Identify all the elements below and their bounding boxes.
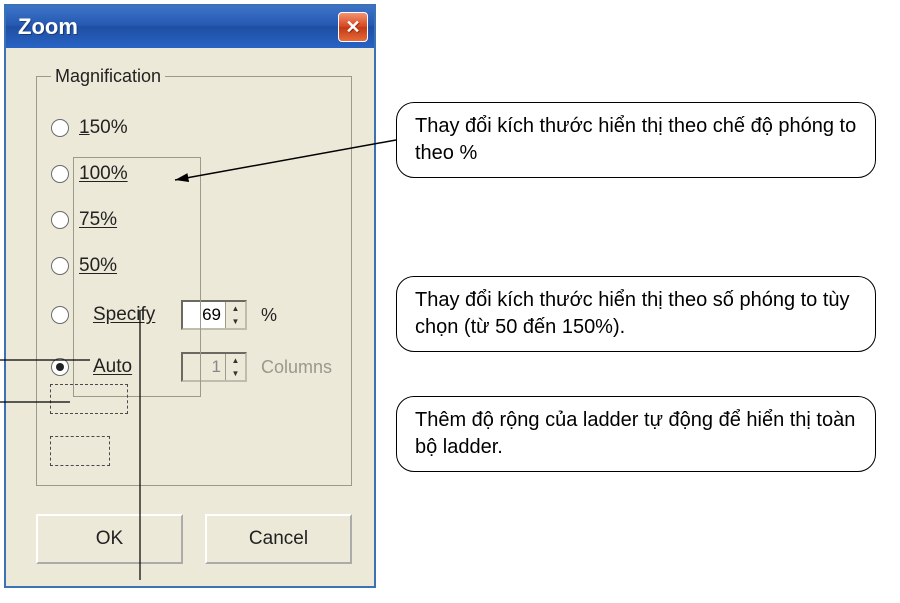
auto-unit: Columns bbox=[261, 357, 332, 378]
radio-row-50[interactable]: 50% bbox=[51, 243, 337, 289]
auto-input bbox=[183, 354, 225, 380]
zoom-dialog: Zoom ✕ Magnification 1150%50% 100% 75% 5… bbox=[4, 4, 376, 588]
chevron-down-icon[interactable]: ▼ bbox=[225, 315, 245, 328]
cancel-button[interactable]: Cancel bbox=[205, 514, 352, 564]
auto-spinner: ▲ ▼ bbox=[181, 352, 247, 382]
chevron-up-icon[interactable]: ▲ bbox=[225, 302, 245, 315]
specify-spinner[interactable]: ▲ ▼ bbox=[181, 300, 247, 330]
spinner-arrows[interactable]: ▲ ▼ bbox=[225, 302, 245, 328]
radio-label-specify: Specify bbox=[93, 304, 167, 326]
callout-auto: Thêm độ rộng của ladder tự động để hiển … bbox=[396, 396, 876, 472]
radio-50[interactable] bbox=[51, 257, 69, 275]
callout-percent: Thay đổi kích thước hiển thị theo chế độ… bbox=[396, 102, 876, 178]
radio-label-50: 50% bbox=[79, 255, 117, 277]
specify-input[interactable] bbox=[183, 302, 225, 328]
callout-specify: Thay đổi kích thước hiển thị theo số phó… bbox=[396, 276, 876, 352]
radio-label-75: 75% bbox=[79, 209, 117, 231]
magnification-group: Magnification 1150%50% 100% 75% 50% Spec… bbox=[36, 66, 352, 486]
radio-row-75[interactable]: 75% bbox=[51, 197, 337, 243]
radio-label-auto: Auto bbox=[93, 356, 167, 378]
radio-auto[interactable] bbox=[51, 358, 69, 376]
radio-row-150[interactable]: 1150%50% bbox=[51, 105, 337, 151]
specify-unit: % bbox=[261, 305, 277, 326]
group-label: Magnification bbox=[51, 66, 165, 87]
button-row: OK Cancel bbox=[36, 514, 352, 564]
close-button[interactable]: ✕ bbox=[338, 12, 368, 42]
radio-75[interactable] bbox=[51, 211, 69, 229]
radio-row-100[interactable]: 100% bbox=[51, 151, 337, 197]
dialog-client: Magnification 1150%50% 100% 75% 50% Spec… bbox=[6, 48, 374, 586]
chevron-up-icon: ▲ bbox=[225, 354, 245, 367]
titlebar: Zoom ✕ bbox=[6, 6, 374, 48]
radio-150[interactable] bbox=[51, 119, 69, 137]
dialog-title: Zoom bbox=[18, 14, 78, 40]
radio-label-150: 1150%50% bbox=[79, 117, 128, 139]
radio-row-auto[interactable]: Auto ▲ ▼ Columns bbox=[51, 341, 337, 393]
radio-row-specify[interactable]: Specify ▲ ▼ % bbox=[51, 289, 337, 341]
ok-button[interactable]: OK bbox=[36, 514, 183, 564]
close-icon: ✕ bbox=[345, 17, 360, 38]
radio-100[interactable] bbox=[51, 165, 69, 183]
radio-label-100: 100% bbox=[79, 163, 128, 185]
spinner-arrows-disabled: ▲ ▼ bbox=[225, 354, 245, 380]
radio-specify[interactable] bbox=[51, 306, 69, 324]
chevron-down-icon: ▼ bbox=[225, 367, 245, 380]
